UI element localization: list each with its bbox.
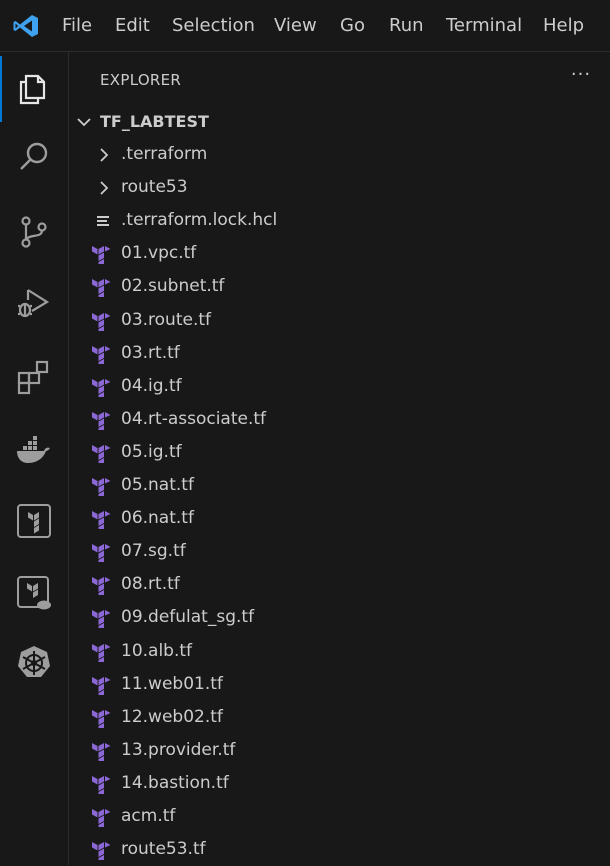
tree-file-item[interactable]: 02.subnet.tf — [69, 270, 610, 303]
tree-file-item[interactable]: 14.bastion.tf — [69, 767, 610, 800]
tree-file-item[interactable]: 04.rt-associate.tf — [69, 403, 610, 436]
tree-item-label: 09.defulat_sg.tf — [121, 607, 255, 628]
tree-item-label: route53 — [121, 177, 188, 198]
tree-item-label: 13.provider.tf — [121, 739, 236, 760]
chevron-right-icon — [93, 144, 115, 166]
tree-file-item[interactable]: 04.ig.tf — [69, 370, 610, 403]
tree-file-item[interactable]: 08.rt.tf — [69, 568, 610, 601]
kubernetes-icon[interactable] — [14, 643, 54, 683]
menu-run[interactable]: Run — [389, 15, 424, 37]
tree-item-label: 05.ig.tf — [121, 441, 182, 462]
tree-file-item[interactable]: 05.ig.tf — [69, 436, 610, 469]
menu-selection[interactable]: Selection — [172, 15, 255, 37]
more-actions-button[interactable]: ··· — [566, 66, 596, 90]
run-debug-icon[interactable] — [14, 284, 54, 324]
terraform-file-icon — [91, 773, 113, 795]
terraform-file-icon — [91, 839, 113, 861]
tree-item-label: 07.sg.tf — [121, 541, 186, 562]
vscode-logo-icon — [12, 12, 40, 40]
tree-file-item[interactable]: 12.web02.tf — [69, 701, 610, 734]
terraform-file-icon — [91, 475, 113, 497]
tree-file-item[interactable]: route53.tf — [69, 833, 610, 866]
tree-file-item[interactable]: 06.nat.tf — [69, 502, 610, 535]
tree-file-item[interactable]: 01.vpc.tf — [69, 237, 610, 270]
terraform-file-icon — [91, 541, 113, 563]
tree-item-label: 08.rt.tf — [121, 574, 180, 595]
tree-file-item[interactable]: 13.provider.tf — [69, 734, 610, 767]
tree-item-label: 06.nat.tf — [121, 508, 194, 529]
tree-folder-item[interactable]: route53 — [69, 171, 610, 204]
tree-item-label: .terraform.lock.hcl — [121, 210, 278, 231]
menu-terminal[interactable]: Terminal — [446, 15, 522, 37]
terraform-file-icon — [91, 806, 113, 828]
terraform-file-icon — [91, 740, 113, 762]
activity-bar — [0, 52, 69, 865]
search-icon[interactable] — [14, 137, 54, 177]
tree-file-item[interactable]: .terraform.lock.hcl — [69, 204, 610, 237]
menu-help[interactable]: Help — [543, 15, 584, 37]
tree-item-label: 03.route.tf — [121, 309, 212, 330]
terraform-file-icon — [91, 276, 113, 298]
tree-item-label: 14.bastion.tf — [121, 772, 229, 793]
tree-item-label: acm.tf — [121, 806, 176, 826]
tree-item-label: 11.web01.tf — [121, 673, 223, 694]
terraform-file-icon — [91, 310, 113, 332]
menu-go[interactable]: Go — [340, 15, 365, 37]
terraform-cloud-icon[interactable] — [14, 573, 54, 613]
terraform-icon[interactable] — [14, 501, 54, 541]
lock-file-icon — [93, 210, 115, 232]
menu-view[interactable]: View — [274, 15, 317, 37]
terraform-file-icon — [91, 409, 113, 431]
tree-file-item[interactable]: 03.rt.tf — [69, 337, 610, 370]
extensions-icon[interactable] — [14, 357, 54, 397]
chevron-down-icon — [77, 118, 91, 127]
chevron-right-icon — [93, 177, 115, 199]
explorer-title: EXPLORER — [100, 71, 182, 89]
terraform-file-icon — [91, 508, 113, 530]
explorer-icon[interactable] — [14, 68, 54, 108]
tree-file-item[interactable]: 03.route.tf — [69, 304, 610, 337]
tree-item-label: route53.tf — [121, 839, 206, 860]
tree-file-item[interactable]: 07.sg.tf — [69, 535, 610, 568]
tree-item-label: 10.alb.tf — [121, 640, 193, 661]
tree-item-label: 05.nat.tf — [121, 475, 194, 495]
tree-item-label: 04.ig.tf — [121, 375, 182, 396]
terraform-file-icon — [91, 243, 113, 265]
tree-item-label: 02.subnet.tf — [121, 276, 225, 297]
terraform-file-icon — [91, 574, 113, 596]
tree-item-label: 01.vpc.tf — [121, 243, 197, 264]
active-indicator — [0, 56, 2, 122]
terraform-file-icon — [91, 641, 113, 663]
menu-file[interactable]: File — [62, 15, 92, 37]
menu-edit[interactable]: Edit — [115, 15, 150, 37]
tree-file-item[interactable]: 10.alb.tf — [69, 635, 610, 668]
terraform-file-icon — [91, 442, 113, 464]
workspace-folder-header[interactable]: TF_LABTEST — [69, 108, 610, 136]
terraform-file-icon — [91, 607, 113, 629]
terraform-file-icon — [91, 707, 113, 729]
terraform-file-icon — [91, 343, 113, 365]
source-control-icon[interactable] — [14, 212, 54, 252]
terraform-file-icon — [91, 376, 113, 398]
tree-item-label: 04.rt-associate.tf — [121, 408, 267, 429]
workspace-folder-name: TF_LABTEST — [100, 112, 209, 131]
explorer-sidebar: EXPLORER ··· TF_LABTEST .terraform route5… — [69, 52, 610, 865]
tree-folder-item[interactable]: .terraform — [69, 138, 610, 171]
terraform-file-icon — [91, 674, 113, 696]
menu-bar: File Edit Selection View Go Run Terminal… — [0, 0, 610, 52]
docker-icon[interactable] — [14, 429, 54, 469]
tree-item-label: 12.web02.tf — [121, 706, 223, 727]
tree-file-item[interactable]: 09.defulat_sg.tf — [69, 601, 610, 634]
tree-file-item[interactable]: 11.web01.tf — [69, 668, 610, 701]
tree-file-item[interactable]: acm.tf — [69, 800, 610, 833]
tree-item-label: .terraform — [121, 144, 208, 164]
tree-item-label: 03.rt.tf — [121, 342, 180, 363]
tree-file-item[interactable]: 05.nat.tf — [69, 469, 610, 502]
